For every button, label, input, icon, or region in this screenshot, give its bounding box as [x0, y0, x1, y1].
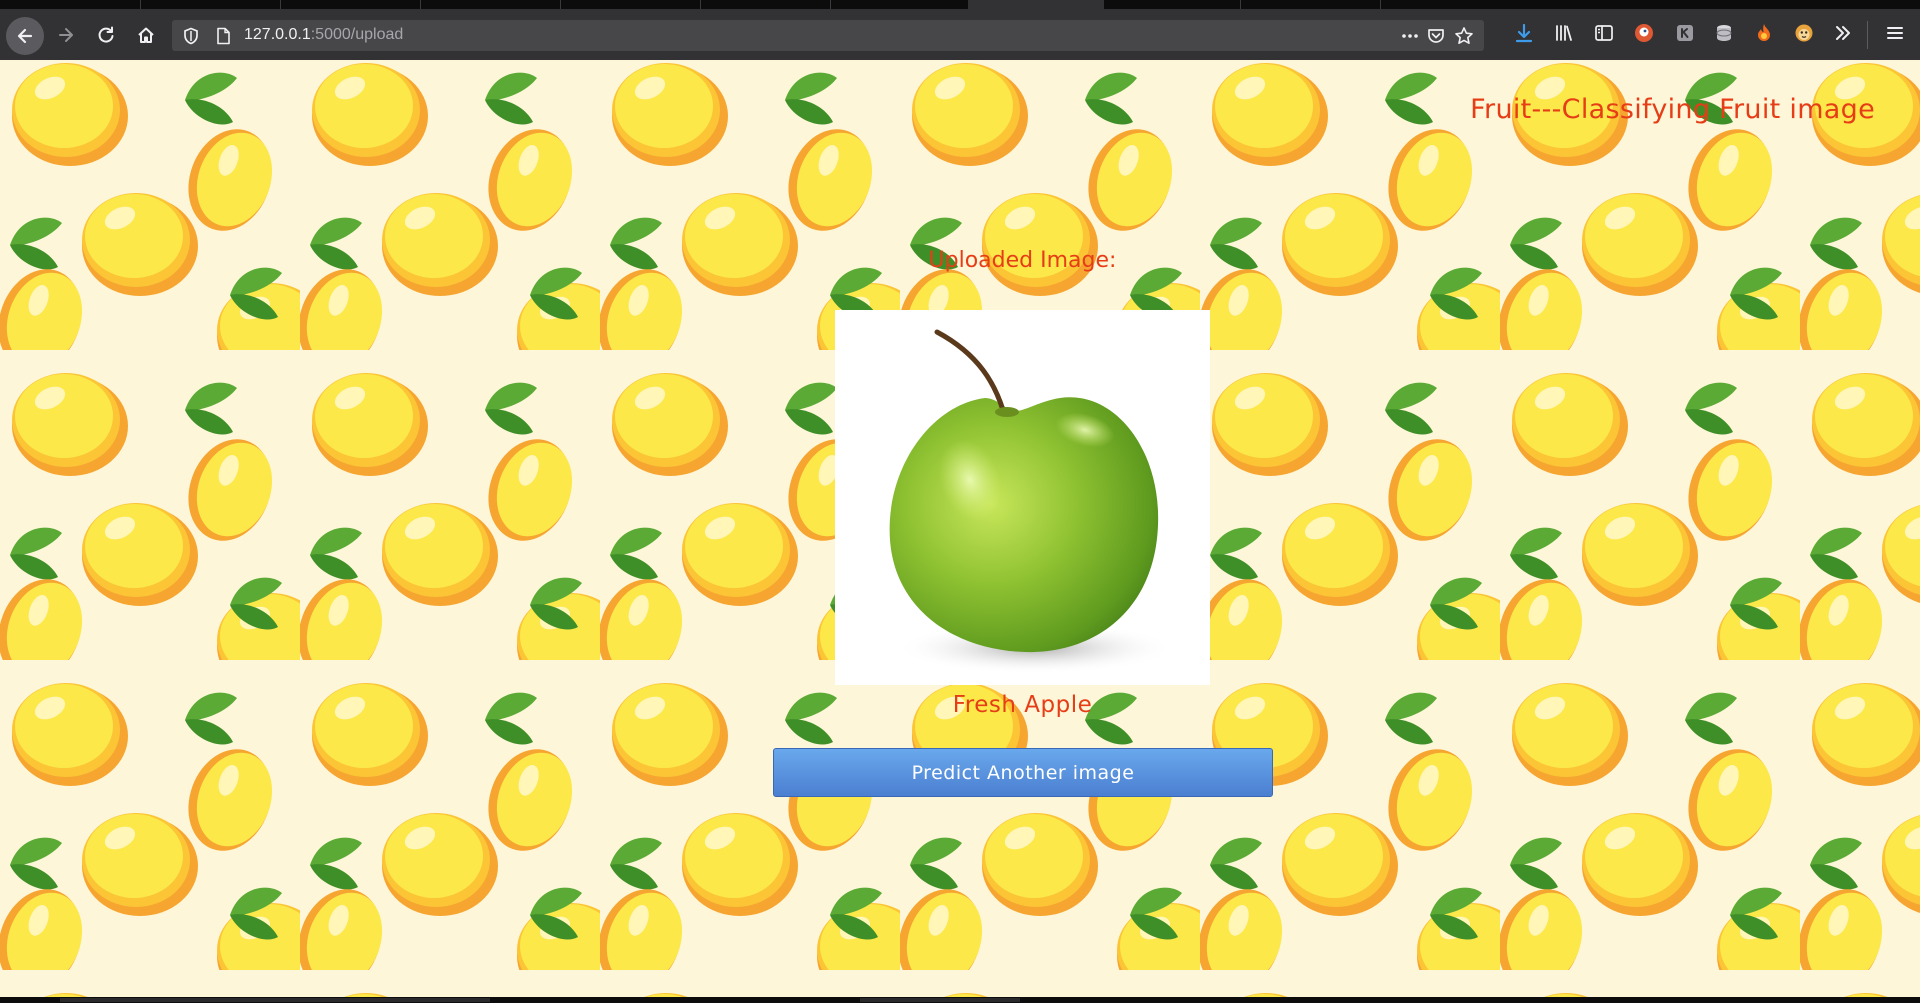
tab-separator [830, 0, 831, 9]
tab-separator [700, 0, 701, 9]
tab-separator [1240, 0, 1241, 9]
home-button[interactable] [129, 18, 163, 52]
tab-separator [420, 0, 421, 9]
page-viewport: Fruit---Classifying Fruit image Uploaded… [0, 60, 1920, 997]
tab-separator [140, 0, 141, 9]
toolbar-divider [1867, 21, 1868, 49]
forward-button[interactable] [49, 18, 83, 52]
extension-icon[interactable] [1674, 22, 1696, 44]
url-text[interactable]: 127.0.0.1:5000/upload [244, 26, 403, 44]
download-icon[interactable] [1513, 22, 1535, 44]
scrollbar-track [860, 998, 1020, 1002]
star-icon[interactable] [1454, 26, 1474, 46]
tab-separator [560, 0, 561, 9]
url-bar[interactable]: 127.0.0.1:5000/upload [172, 20, 1484, 51]
overflow-chevron-icon[interactable] [1832, 22, 1854, 44]
site-title: Fruit---Classifying Fruit image [1470, 94, 1875, 125]
pocket-icon[interactable] [1426, 26, 1446, 46]
tab-separator [280, 0, 281, 9]
url-path: :5000/upload [310, 26, 404, 43]
active-tab[interactable] [968, 0, 1104, 9]
shield-icon[interactable] [182, 27, 200, 45]
ellipsis-icon[interactable] [1400, 26, 1420, 46]
sidebar-icon[interactable] [1593, 22, 1615, 44]
scrollbar-track [60, 998, 490, 1002]
fire-extension-icon[interactable] [1753, 22, 1775, 44]
reload-button[interactable] [89, 18, 123, 52]
predict-another-image-button[interactable]: Predict Another image [773, 748, 1273, 797]
database-extension-icon[interactable] [1713, 22, 1735, 44]
tab-strip [0, 0, 1920, 9]
page-icon[interactable] [214, 27, 232, 45]
arrow-right-icon [59, 28, 73, 42]
hamburger-icon[interactable] [1884, 22, 1906, 44]
uploaded-fruit-image [835, 310, 1210, 685]
monkey-extension-icon[interactable] [1793, 22, 1815, 44]
green-apple-picture [835, 310, 1210, 685]
back-button[interactable] [6, 17, 44, 55]
uploaded-image-label: Uploaded Image: [928, 248, 1117, 273]
bottom-border [0, 997, 1920, 1003]
url-host: 127.0.0.1 [244, 26, 311, 43]
tab-separator [1380, 0, 1381, 9]
library-icon[interactable] [1553, 22, 1575, 44]
home-icon [138, 27, 154, 43]
duckduckgo-extension-icon[interactable] [1633, 22, 1655, 44]
browser-toolbar: 127.0.0.1:5000/upload [0, 9, 1920, 60]
reload-icon [98, 26, 114, 43]
prediction-result: Fresh Apple [952, 692, 1093, 718]
arrow-left-icon [17, 28, 33, 44]
